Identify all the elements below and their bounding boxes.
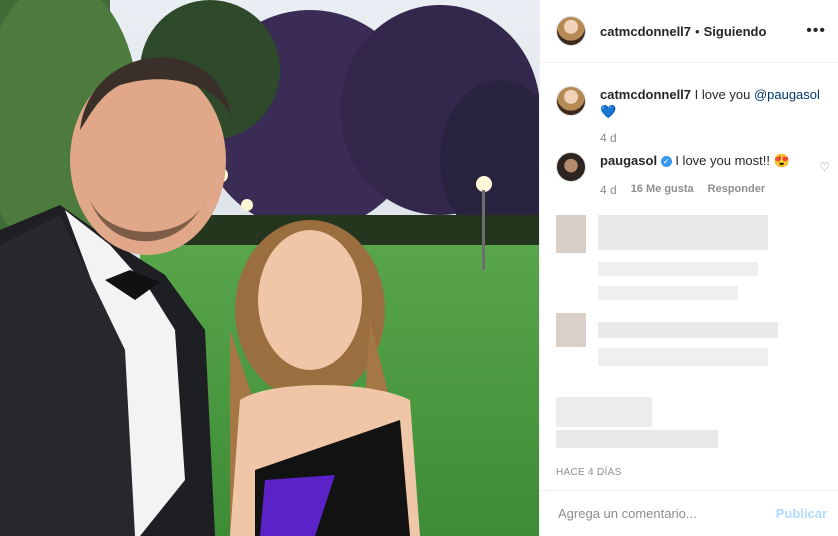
likes-count[interactable]: 16 Me gusta [631, 183, 694, 197]
post-header: catmcdonnell7 • Siguiendo ••• [540, 0, 838, 63]
comment-time[interactable]: 4 d [600, 131, 617, 145]
heart-eyes-emoji: 😍 [773, 153, 790, 168]
comment-body: I love you [694, 87, 751, 102]
blurred-comment [598, 348, 768, 366]
comment-text: catmcdonnell7 I love you @paugasol 💙 [600, 86, 820, 120]
comment-input[interactable] [556, 505, 760, 522]
blurred-comment [556, 397, 652, 427]
comments-panel: catmcdonnell7 • Siguiendo ••• catmcdonne… [539, 0, 838, 536]
comment-meta: 4 d [600, 131, 617, 145]
instagram-post: catmcdonnell7 • Siguiendo ••• catmcdonne… [0, 0, 838, 536]
comment-username[interactable]: paugasol [600, 153, 657, 168]
blurred-comment [598, 286, 738, 300]
comment-body: I love you most!! [675, 153, 770, 168]
comment-username[interactable]: catmcdonnell7 [600, 87, 691, 102]
caption-comment: catmcdonnell7 I love you @paugasol 💙 4 d [556, 86, 826, 146]
mention-link[interactable]: @paugasol [754, 87, 820, 102]
add-comment-bar: Publicar [540, 490, 838, 536]
avatar[interactable] [556, 16, 586, 46]
blurred-avatar [556, 313, 586, 347]
comment-meta: 4 d 16 Me gusta Responder [600, 183, 765, 197]
post-timestamp[interactable]: HACE 4 DÍAS [556, 467, 622, 478]
blurred-avatar [556, 215, 586, 253]
post-button[interactable]: Publicar [776, 506, 827, 521]
avatar[interactable] [556, 152, 586, 182]
blurred-comment [598, 215, 768, 250]
reply-comment: paugasol ✓ I love you most!! 😍 4 d 16 Me… [556, 152, 826, 202]
verified-badge-icon: ✓ [660, 156, 672, 168]
blue-heart-emoji: 💙 [600, 104, 617, 119]
couple-photo [0, 0, 539, 536]
blurred-comment [598, 262, 758, 276]
comment-time[interactable]: 4 d [600, 183, 617, 197]
heart-outline-icon[interactable]: ♡ [819, 160, 830, 174]
blurred-comment [556, 430, 718, 448]
header-username[interactable]: catmcdonnell7 [600, 24, 691, 39]
avatar[interactable] [556, 86, 586, 116]
separator-dot: • [695, 23, 700, 39]
reply-button[interactable]: Responder [708, 183, 765, 197]
following-button[interactable]: Siguiendo [704, 24, 767, 39]
comment-text: paugasol ✓ I love you most!! 😍 [600, 152, 820, 169]
blurred-comment [598, 322, 778, 338]
post-photo[interactable] [0, 0, 539, 536]
more-options-icon[interactable]: ••• [806, 22, 826, 40]
